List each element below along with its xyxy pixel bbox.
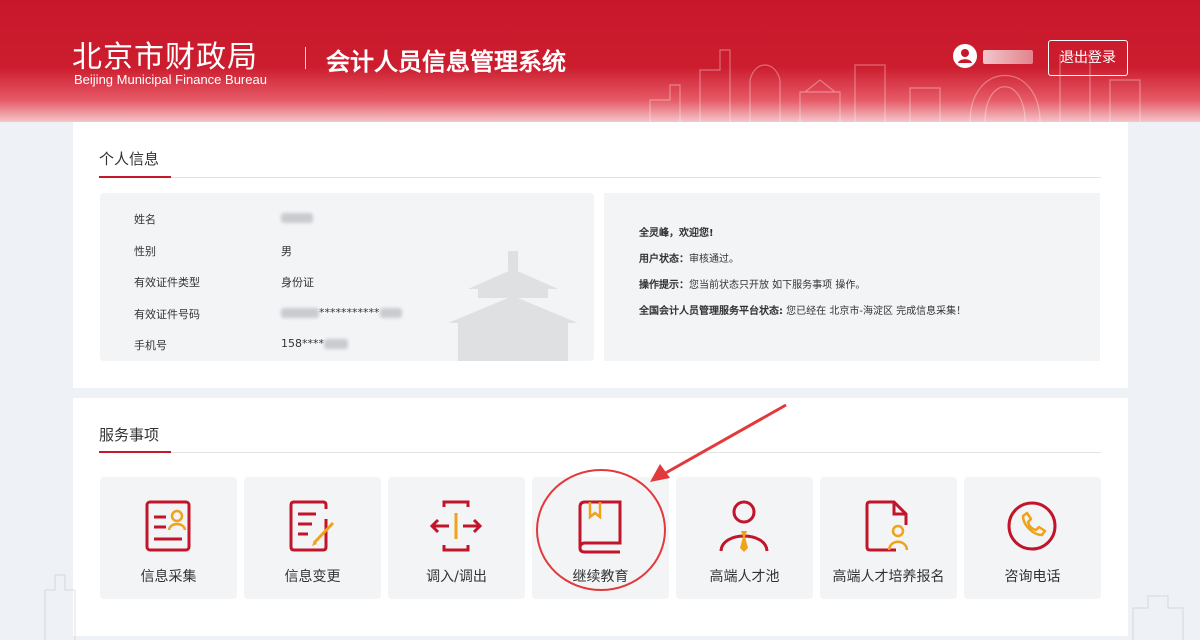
annotation-arrow — [650, 403, 787, 482]
service-label: 信息变更 — [284, 569, 341, 585]
talent-training-icon — [865, 500, 909, 552]
logo-subtitle: Beijing Municipal Finance Bureau — [74, 72, 267, 87]
system-title: 会计人员信息管理系统 — [326, 48, 566, 76]
account-status-box: 全灵峰，欢迎您! 用户状态：审核通过。 操作提示：您当前状态只开放 如下服务事项… — [604, 193, 1100, 361]
phone-icon — [1007, 501, 1057, 551]
info-change-icon — [289, 500, 335, 552]
info-collection-icon — [145, 500, 191, 552]
section-divider — [99, 177, 1101, 178]
personal-info-panel: 个人信息 姓名 性别 男 有效证件类型 身份证 有效证件号码 *********… — [73, 122, 1128, 388]
header-divider — [305, 47, 306, 69]
platform-status: 全国会计人员管理服务平台状态: 您已经在 北京市-海淀区 完成信息采集！ — [639, 306, 967, 317]
services-title: 服务事项 — [99, 426, 160, 444]
phone-partial: 158**** — [281, 337, 324, 350]
logo-title: 北京市财政局 — [72, 40, 258, 75]
section-underline — [99, 451, 171, 453]
service-card-info-change[interactable]: 信息变更 — [244, 477, 381, 599]
info-label: 姓名 — [134, 213, 156, 226]
section-underline — [99, 176, 171, 178]
annotation-circle — [536, 469, 666, 591]
service-label: 调入/调出 — [426, 569, 487, 585]
user-name-masked[interactable] — [983, 50, 1033, 64]
service-card-talent-training[interactable]: 高端人才培养报名 — [820, 477, 957, 599]
transfer-icon — [430, 500, 482, 552]
service-card-talent-pool[interactable]: 高端人才池 — [676, 477, 813, 599]
info-value: 男 — [281, 245, 292, 258]
info-value: 身份证 — [281, 276, 314, 289]
logout-button[interactable]: 退出登录 — [1048, 40, 1128, 76]
header-banner: 北京市财政局 Beijing Municipal Finance Bureau … — [0, 0, 1200, 122]
user-avatar-icon[interactable] — [953, 44, 977, 68]
user-status: 用户状态：审核通过。 — [639, 254, 739, 265]
service-label: 信息采集 — [140, 569, 197, 585]
welcome-greeting: 全灵峰，欢迎您! — [639, 228, 714, 239]
operation-tip: 操作提示：您当前状态只开放 如下服务事项 操作。 — [639, 280, 866, 291]
service-label: 高端人才池 — [709, 569, 780, 585]
personal-info-title: 个人信息 — [99, 150, 160, 168]
section-divider — [99, 452, 1101, 453]
info-label: 有效证件号码 — [134, 308, 200, 321]
personal-info-box: 姓名 性别 男 有效证件类型 身份证 有效证件号码 *********** 手机… — [100, 193, 594, 361]
service-card-transfer[interactable]: 调入/调出 — [388, 477, 525, 599]
info-label: 手机号 — [134, 339, 167, 352]
background-building-illustration — [1132, 595, 1184, 640]
talent-pool-icon — [719, 500, 769, 552]
background-building-illustration — [44, 574, 76, 640]
service-card-info-collection[interactable]: 信息采集 — [100, 477, 237, 599]
service-card-consultation-phone[interactable]: 咨询电话 — [964, 477, 1101, 599]
temple-illustration — [448, 251, 578, 361]
info-label: 性别 — [134, 245, 156, 258]
info-value-masked — [281, 211, 313, 224]
service-label: 咨询电话 — [1004, 569, 1061, 585]
info-label: 有效证件类型 — [134, 276, 200, 289]
info-value-id: *********** — [281, 306, 402, 319]
id-number-stars: *********** — [319, 306, 380, 319]
info-value-phone: 158**** — [281, 337, 348, 350]
service-label: 高端人才培养报名 — [832, 569, 945, 585]
